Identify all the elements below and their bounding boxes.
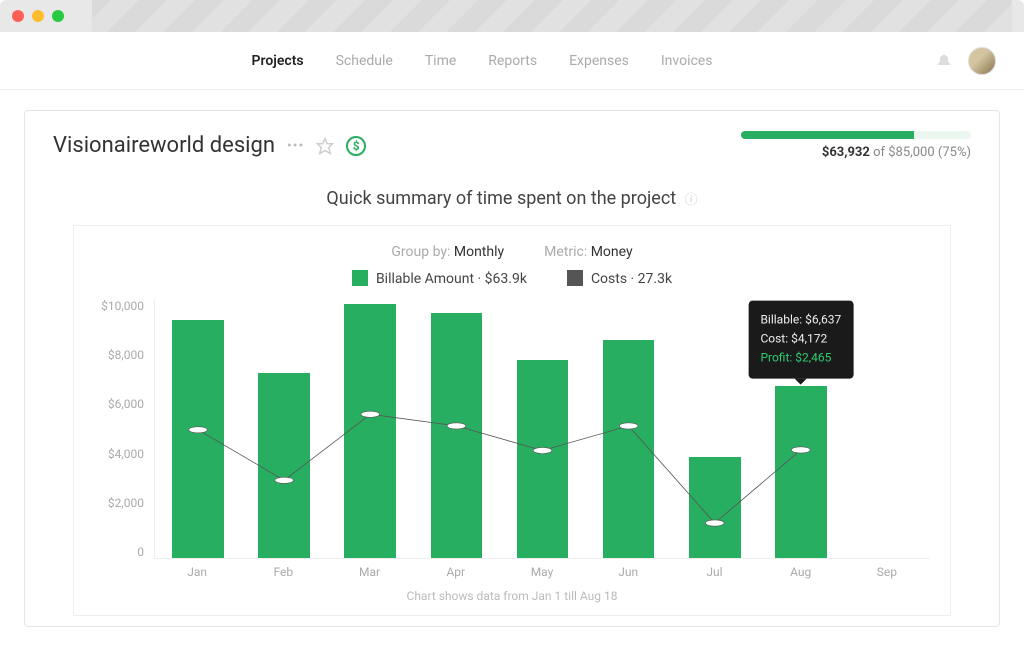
budget-summary: $63,932 of $85,000 (75%) <box>731 131 971 160</box>
budget-total: $85,000 <box>888 145 934 160</box>
avatar[interactable] <box>968 47 996 75</box>
favorite-star-icon[interactable] <box>316 137 334 155</box>
metric-control[interactable]: Metric: Money <box>544 244 632 260</box>
group-by-control[interactable]: Group by: Monthly <box>391 244 504 260</box>
line-point[interactable] <box>361 411 380 417</box>
y-tick: $10,000 <box>94 299 144 313</box>
x-tick: Mar <box>326 565 412 579</box>
chart-area[interactable]: $10,000 $8,000 $6,000 $4,000 $2,000 0 Billabl… <box>94 299 930 559</box>
y-axis: $10,000 $8,000 $6,000 $4,000 $2,000 0 <box>94 299 154 559</box>
y-tick: $2,000 <box>94 496 144 510</box>
line-point[interactable] <box>705 520 724 526</box>
x-tick: Jan <box>154 565 240 579</box>
project-card: Visionaireworld design ••• $ $63,932 of … <box>24 110 1000 627</box>
line-point[interactable] <box>792 447 811 453</box>
x-tick: Sep <box>844 565 930 579</box>
window-close-dot[interactable] <box>12 10 24 22</box>
budget-percent: (75%) <box>938 145 971 160</box>
chart-tooltip: Billable: $6,637 Cost: $4,172 Profit: $2… <box>748 301 853 379</box>
nav-item-time[interactable]: Time <box>425 53 456 69</box>
chart-caption: Chart shows data from Jan 1 till Aug 18 <box>94 589 930 603</box>
x-tick: Jul <box>671 565 757 579</box>
line-point[interactable] <box>189 427 208 433</box>
nav-item-schedule[interactable]: Schedule <box>336 53 393 69</box>
line-point[interactable] <box>275 477 294 483</box>
x-tick: Feb <box>240 565 326 579</box>
nav-item-expenses[interactable]: Expenses <box>569 53 629 69</box>
y-tick: $6,000 <box>94 397 144 411</box>
budget-progress-bar <box>741 131 971 139</box>
notifications-icon[interactable] <box>936 53 952 69</box>
line-point[interactable] <box>447 423 466 429</box>
cost-line <box>198 414 801 523</box>
nav-item-projects[interactable]: Projects <box>252 53 304 69</box>
nav-item-invoices[interactable]: Invoices <box>661 53 713 69</box>
line-point[interactable] <box>619 423 638 429</box>
info-icon[interactable]: ⓘ <box>685 193 698 208</box>
money-badge-icon[interactable]: $ <box>346 136 366 156</box>
x-tick: May <box>499 565 585 579</box>
legend-costs[interactable]: Costs · 27.3k <box>567 270 672 287</box>
more-icon[interactable]: ••• <box>287 138 304 154</box>
legend-billable[interactable]: Billable Amount · $63.9k <box>352 270 527 287</box>
x-tick: Apr <box>413 565 499 579</box>
line-point[interactable] <box>533 447 552 453</box>
top-nav: Projects Schedule Time Reports Expenses Invoi… <box>0 32 1024 90</box>
x-tick: Aug <box>758 565 844 579</box>
y-tick: 0 <box>94 545 144 559</box>
window-min-dot[interactable] <box>32 10 44 22</box>
y-tick: $8,000 <box>94 348 144 362</box>
browser-chrome <box>0 0 1024 32</box>
x-tick: Jun <box>585 565 671 579</box>
x-axis: JanFebMarAprMayJunJulAugSep <box>154 565 930 579</box>
window-max-dot[interactable] <box>52 10 64 22</box>
nav-item-reports[interactable]: Reports <box>488 53 537 69</box>
page-title: Visionaireworld design <box>53 133 275 158</box>
y-tick: $4,000 <box>94 447 144 461</box>
budget-spent: $63,932 <box>822 145 870 160</box>
chart-title: Quick summary of time spent on the proje… <box>73 188 951 209</box>
